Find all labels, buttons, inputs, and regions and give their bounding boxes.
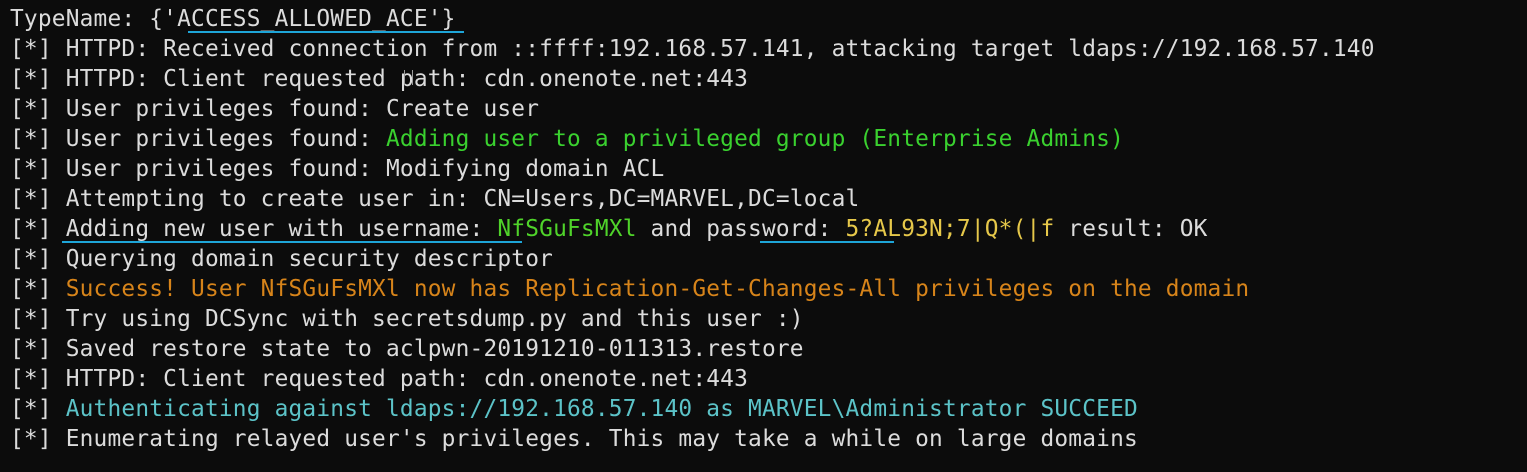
terminal-text-segment: [*] HTTPD: Client requested path: cdn.on… (10, 366, 749, 392)
terminal-text-segment: [*] Try using DCSync with secretsdump.py… (10, 306, 804, 332)
terminal-text-segment: [*] Adding new user with username: (10, 216, 498, 242)
terminal-text-segment: [*] (10, 396, 66, 422)
terminal-line: [*] Adding new user with username: NfSGu… (10, 214, 1208, 244)
annotation-underline-username (62, 241, 522, 243)
terminal-text-segment: [*] (10, 276, 66, 302)
terminal-text-segment: [*] User privileges found: Modifying dom… (10, 156, 665, 182)
terminal-line: [*] HTTPD: Client requested path: cdn.on… (10, 64, 748, 94)
terminal-line: [*] Authenticating against ldaps://192.1… (10, 394, 1138, 424)
terminal-text-segment: [*] Attempting to create user in: CN=Use… (10, 186, 860, 212)
terminal-line: [*] Try using DCSync with secretsdump.py… (10, 304, 804, 334)
terminal-line: [*] HTTPD: Client requested path: cdn.on… (10, 364, 748, 394)
terminal-text-segment: [*] Enumerating relayed user's privilege… (10, 426, 1138, 452)
terminal-text-segment: result: OK (1054, 216, 1208, 242)
terminal-text-segment: [*] User privileges found: Create user (10, 96, 540, 122)
terminal-line: [*] Saved restore state to aclpwn-201912… (10, 334, 804, 364)
terminal-line: [*] User privileges found: Modifying dom… (10, 154, 664, 184)
terminal-text-segment: Adding user to a privileged group (Enter… (385, 126, 1125, 152)
terminal-window[interactable]: TypeName: {'ACCESS_ALLOWED_ACE'} [*] HTTP… (0, 0, 1527, 472)
terminal-text-segment: [*] Querying domain security descriptor (10, 246, 554, 272)
terminal-line: TypeName: {'ACCESS_ALLOWED_ACE'} (10, 4, 456, 34)
terminal-text-segment: Authenticating against ldaps://192.168.5… (65, 396, 1138, 422)
terminal-text-segment: [*] User privileges found: (10, 126, 386, 152)
text-cursor-icon (404, 70, 413, 85)
terminal-line: [*] Enumerating relayed user's privilege… (10, 424, 1138, 454)
terminal-text-segment: [*] HTTPD: Received connection from ::ff… (10, 36, 1375, 62)
terminal-text-segment: Success! User NfSGuFsMXl now has Replica… (65, 276, 1250, 302)
annotation-underline-password (760, 241, 894, 243)
terminal-text-segment: NfSGuFsMXl (497, 216, 637, 242)
annotation-underline-access-allowed-ace (188, 31, 464, 33)
terminal-text-segment: [*] Saved restore state to aclpwn-201912… (10, 336, 804, 362)
terminal-line: [*] Attempting to create user in: CN=Use… (10, 184, 859, 214)
terminal-text-segment: TypeName: {'ACCESS_ALLOWED_ACE'} (10, 6, 456, 32)
terminal-text-segment: [*] HTTPD: Client requested path: cdn.on… (10, 66, 749, 92)
terminal-line: [*] HTTPD: Received connection from ::ff… (10, 34, 1375, 64)
terminal-text-segment: and password: (636, 216, 846, 242)
terminal-line: [*] User privileges found: Adding user t… (10, 124, 1124, 154)
terminal-line: [*] User privileges found: Create user (10, 94, 539, 124)
terminal-line: [*] Querying domain security descriptor (10, 244, 553, 274)
terminal-text-segment: 5?AL93N;7|Q*(|f (845, 216, 1055, 242)
terminal-line: [*] Success! User NfSGuFsMXl now has Rep… (10, 274, 1249, 304)
